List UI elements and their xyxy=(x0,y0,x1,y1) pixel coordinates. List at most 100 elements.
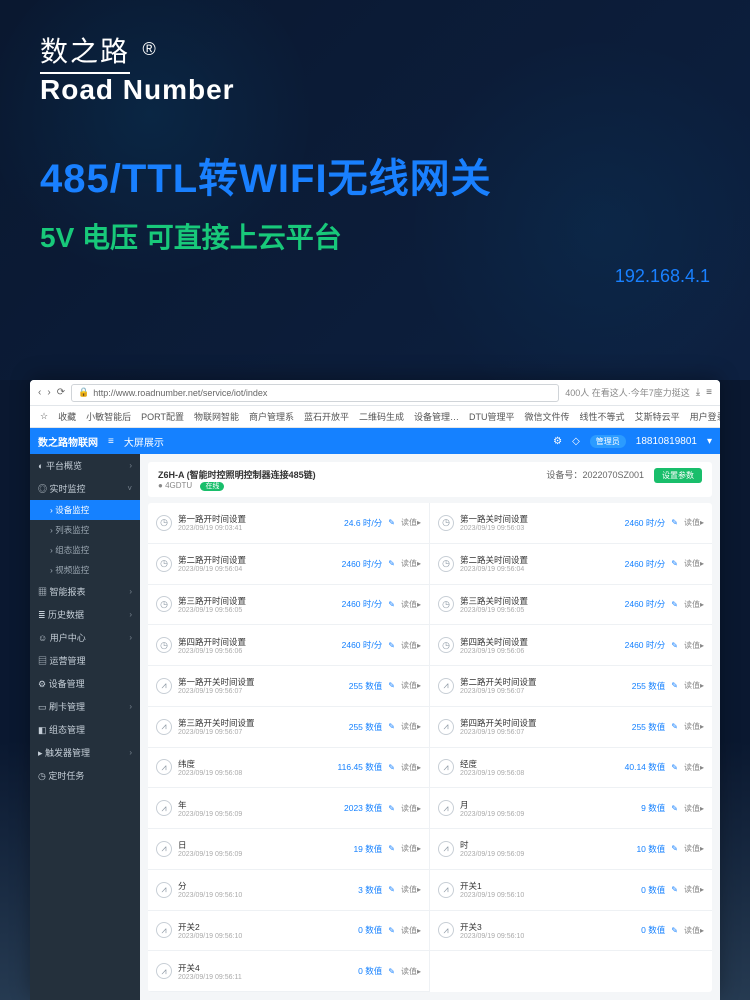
read-action[interactable]: 读值▸ xyxy=(684,762,704,773)
user-phone[interactable]: 18810819801 xyxy=(636,436,697,447)
read-action[interactable]: 读值▸ xyxy=(684,640,704,651)
read-action[interactable]: 读值▸ xyxy=(684,517,704,528)
read-action[interactable]: 读值▸ xyxy=(401,680,421,691)
menu-icon[interactable]: ≡ xyxy=(706,387,712,398)
sidebar-item[interactable]: ☺ 用户中心› xyxy=(30,626,140,649)
read-action[interactable]: 读值▸ xyxy=(401,803,421,814)
nav-fwd-icon[interactable]: › xyxy=(47,387,50,398)
read-action[interactable]: 读值▸ xyxy=(684,680,704,691)
edit-icon[interactable]: ✎ xyxy=(671,722,678,731)
sidebar-item[interactable]: ◎ 实时监控˅ xyxy=(30,477,140,500)
bookmark-item[interactable]: PORT配置 xyxy=(141,410,184,423)
edit-icon[interactable]: ✎ xyxy=(388,722,395,731)
sidebar-item[interactable]: ⚙ 设备管理 xyxy=(30,672,140,695)
role-badge[interactable]: 管理员 xyxy=(590,435,626,448)
data-cell: ◷第三路关时间设置2023/09/19 09:56:052460 时/分✎读值▸ xyxy=(430,585,712,626)
read-action[interactable]: 读值▸ xyxy=(401,884,421,895)
nav-back-icon[interactable]: ‹ xyxy=(38,387,41,398)
sidebar-item[interactable]: ◧ 组态管理 xyxy=(30,718,140,741)
read-action[interactable]: 读值▸ xyxy=(401,925,421,936)
read-action[interactable]: 读值▸ xyxy=(684,803,704,814)
bookmark-item[interactable]: 线性不等式 xyxy=(580,410,625,423)
read-action[interactable]: 读值▸ xyxy=(401,599,421,610)
edit-icon[interactable]: ✎ xyxy=(388,681,395,690)
param-name: 第四路关时间设置 xyxy=(460,636,619,648)
edit-icon[interactable]: ✎ xyxy=(388,763,395,772)
edit-icon[interactable]: ✎ xyxy=(388,967,395,976)
read-action[interactable]: 读值▸ xyxy=(401,721,421,732)
edit-icon[interactable]: ✎ xyxy=(671,926,678,935)
bookmark-item[interactable]: 商户管理系 xyxy=(249,410,294,423)
edit-icon[interactable]: ✎ xyxy=(388,641,395,650)
edit-icon[interactable]: ✎ xyxy=(388,804,395,813)
nav-dashboard[interactable]: 大屏展示 xyxy=(124,434,164,449)
sidebar-sub-item[interactable]: › 视频监控 xyxy=(30,560,140,580)
sidebar-item[interactable]: ▭ 刷卡管理› xyxy=(30,695,140,718)
read-action[interactable]: 读值▸ xyxy=(401,966,421,977)
bookmark-item[interactable]: 设备管理… xyxy=(414,410,459,423)
param-timestamp: 2023/09/19 09:56:09 xyxy=(460,811,635,818)
edit-icon[interactable]: ✎ xyxy=(388,518,395,527)
sidebar-item[interactable]: ◐ 平台概览› xyxy=(30,454,140,477)
read-action[interactable]: 读值▸ xyxy=(684,843,704,854)
edit-icon[interactable]: ✎ xyxy=(388,600,395,609)
reload-icon[interactable]: ⟳ xyxy=(57,387,65,398)
edit-icon[interactable]: ✎ xyxy=(671,600,678,609)
app-header: 数之路物联网 ≡ 大屏展示 ⚙ ◇ 管理员 18810819801 ▾ xyxy=(30,428,720,454)
sidebar-item[interactable]: ≣ 历史数据› xyxy=(30,603,140,626)
bookmark-item[interactable]: 小敏智能后 xyxy=(86,410,131,423)
read-action[interactable]: 读值▸ xyxy=(684,884,704,895)
read-action[interactable]: 读值▸ xyxy=(401,843,421,854)
clock-icon: ◷ xyxy=(438,637,454,653)
read-action[interactable]: 读值▸ xyxy=(684,721,704,732)
param-value: 3 数值 xyxy=(358,884,382,896)
sidebar-item[interactable]: ▸ 触发器管理› xyxy=(30,741,140,764)
sidebar-sub-item[interactable]: › 组态监控 xyxy=(30,540,140,560)
edit-icon[interactable]: ✎ xyxy=(388,559,395,568)
bookmark-item[interactable]: 艾斯特云平 xyxy=(635,410,680,423)
edit-icon[interactable]: ✎ xyxy=(388,926,395,935)
read-action[interactable]: 读值▸ xyxy=(401,558,421,569)
sidebar-sub-item[interactable]: › 设备监控 xyxy=(30,500,140,520)
edit-icon[interactable]: ✎ xyxy=(671,641,678,650)
edit-icon[interactable]: ✎ xyxy=(671,763,678,772)
read-action[interactable]: 读值▸ xyxy=(684,599,704,610)
bookmark-item[interactable]: 物联网智能 xyxy=(194,410,239,423)
sidebar-item[interactable]: ◷ 定时任务 xyxy=(30,764,140,787)
settings-button[interactable]: 设置参数 xyxy=(654,468,702,483)
param-value: 2460 时/分 xyxy=(342,558,383,570)
param-timestamp: 2023/09/19 09:56:07 xyxy=(460,688,626,695)
sidebar-item[interactable]: ▤ 运营管理 xyxy=(30,649,140,672)
download-icon[interactable]: ⤓ xyxy=(696,387,700,398)
read-action[interactable]: 读值▸ xyxy=(684,558,704,569)
edit-icon[interactable]: ✎ xyxy=(671,844,678,853)
bookmark-item[interactable]: 蓝石开放平 xyxy=(304,410,349,423)
chevron-icon: › xyxy=(129,461,132,470)
notification-icon[interactable]: ◇ xyxy=(572,436,580,447)
sidebar-sub-item[interactable]: › 列表监控 xyxy=(30,520,140,540)
logo-cn: 数之路 xyxy=(40,30,130,74)
edit-icon[interactable]: ✎ xyxy=(671,559,678,568)
edit-icon[interactable]: ✎ xyxy=(671,885,678,894)
bookmark-item[interactable]: DTU管理平 xyxy=(469,410,515,423)
sidebar: ◐ 平台概览›◎ 实时监控˅› 设备监控› 列表监控› 组态监控› 视频监控▦ … xyxy=(30,454,140,1000)
device-dot-label: ● xyxy=(158,481,163,490)
read-action[interactable]: 读值▸ xyxy=(684,925,704,936)
url-input[interactable]: 🔒 http://www.roadnumber.net/service/iot/… xyxy=(71,384,559,402)
read-action[interactable]: 读值▸ xyxy=(401,517,421,528)
sidebar-item[interactable]: ▦ 智能报表› xyxy=(30,580,140,603)
edit-icon[interactable]: ✎ xyxy=(671,681,678,690)
read-action[interactable]: 读值▸ xyxy=(401,762,421,773)
bookmark-item[interactable]: 微信文件传 xyxy=(525,410,570,423)
edit-icon[interactable]: ✎ xyxy=(671,804,678,813)
edit-icon[interactable]: ✎ xyxy=(388,844,395,853)
bookmark-item[interactable]: 收藏 xyxy=(58,410,76,423)
edit-icon[interactable]: ✎ xyxy=(671,518,678,527)
dropdown-icon[interactable]: ▾ xyxy=(707,436,712,447)
read-action[interactable]: 读值▸ xyxy=(401,640,421,651)
settings-icon[interactable]: ⚙ xyxy=(553,436,562,447)
hamburger-icon[interactable]: ≡ xyxy=(108,436,114,447)
bookmark-item[interactable]: 用户登录 xyxy=(690,410,720,423)
bookmark-item[interactable]: 二维码生成 xyxy=(359,410,404,423)
edit-icon[interactable]: ✎ xyxy=(388,885,395,894)
